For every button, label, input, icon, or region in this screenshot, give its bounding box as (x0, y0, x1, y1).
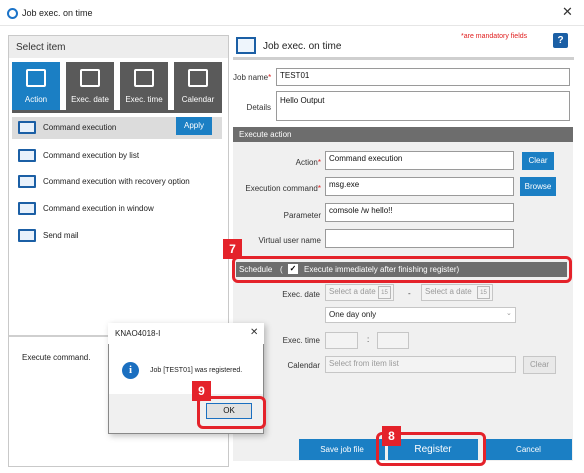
schedule-highlight (232, 256, 572, 283)
calendar-clear-button[interactable]: Clear (523, 356, 556, 374)
checkbox-icon (134, 69, 154, 87)
calendar-31-icon (80, 69, 100, 87)
close-icon[interactable]: ✕ (562, 4, 573, 20)
list-item-label: Command execution with recovery option (43, 177, 190, 186)
list-item-label: Send mail (43, 231, 79, 240)
help-icon[interactable]: ? (553, 33, 568, 48)
calendar-label: Calendar (287, 361, 320, 370)
job-name-field[interactable]: TEST01 (276, 68, 570, 86)
dialog-title: KNAO4018-I (115, 329, 161, 338)
form-title: Job exec. on time (263, 41, 342, 52)
execute-action-header: Execute action (233, 127, 573, 142)
details-label: Details (246, 103, 271, 112)
window-title: Job exec. on time (22, 8, 93, 18)
action-label: Action* (295, 158, 321, 167)
select-item-header: Select item (9, 36, 228, 58)
parameter-label: Parameter (283, 211, 321, 220)
list-item-label: Command execution (43, 123, 117, 132)
dialog-message: Job [TEST01] was registered. (150, 367, 243, 374)
tab-exec-time-label: Exec. time (125, 95, 163, 104)
list-item-label: Command execution by list (43, 151, 140, 160)
day-select[interactable]: One day only (325, 307, 516, 323)
app-icon (7, 8, 18, 19)
browse-button[interactable]: Browse (520, 177, 556, 196)
action-field[interactable]: Command execution (325, 151, 514, 170)
apply-button[interactable]: Apply (176, 117, 212, 135)
tab-action[interactable]: Action (12, 62, 60, 110)
time-separator: : (367, 335, 370, 344)
exec-time-label: Exec. time (282, 336, 320, 345)
job-icon (236, 37, 256, 54)
tab-exec-date[interactable]: Exec. date (66, 62, 114, 110)
dialog-title-bar: KNAO4018-I ✕ (108, 323, 264, 344)
tab-exec-time[interactable]: Exec. time (120, 62, 168, 110)
list-item-command-window[interactable]: Command execution in window (12, 198, 222, 220)
tab-calendar[interactable]: Calendar (174, 62, 222, 110)
job-name-label: Job name* (233, 73, 272, 82)
list-item-command-by-list[interactable]: Command execution by list (12, 145, 222, 167)
tab-underline (12, 110, 222, 113)
hour-select[interactable] (325, 332, 358, 349)
command-list-icon (18, 149, 36, 162)
action-clear-button[interactable]: Clear (522, 152, 554, 170)
calendar-icon[interactable]: 15 (378, 286, 391, 299)
title-bar: Job exec. on time ✕ (0, 0, 584, 26)
virtual-user-field[interactable] (325, 229, 514, 248)
details-field[interactable]: Hello Output (276, 91, 570, 121)
command-icon (26, 69, 46, 87)
tab-exec-date-label: Exec. date (71, 95, 109, 104)
close-icon[interactable]: ✕ (250, 327, 258, 338)
command-icon (18, 121, 36, 134)
step-9-badge: 9 (192, 381, 211, 401)
date-separator: - (408, 289, 411, 298)
execution-command-label: Execution command* (245, 184, 321, 193)
item-tabs: Action Exec. date Exec. time Calendar (12, 62, 222, 112)
list-item-command-recovery[interactable]: Command execution with recovery option (12, 171, 222, 193)
calendar-grid-icon (188, 69, 208, 87)
tab-action-label: Action (24, 95, 48, 104)
step-7-badge: 7 (223, 239, 242, 259)
exec-date-label: Exec. date (282, 290, 320, 299)
calendar-field[interactable]: Select from item list (325, 356, 516, 373)
list-item-label: Command execution in window (43, 204, 154, 213)
list-item-send-mail[interactable]: Send mail (12, 225, 222, 247)
chevron-down-icon: ⌄ (506, 310, 512, 317)
command-window-icon (18, 202, 36, 215)
execution-command-field[interactable]: msg.exe (325, 177, 514, 196)
item-description: Execute command. (22, 353, 91, 362)
tab-calendar-label: Calendar (181, 95, 215, 104)
save-job-file-button[interactable]: Save job file (299, 439, 385, 460)
mandatory-note: *are mandatory fields (461, 33, 528, 40)
header-divider (233, 57, 574, 60)
step-8-badge: 8 (382, 426, 401, 446)
cancel-button[interactable]: Cancel (485, 439, 572, 460)
command-recovery-icon (18, 175, 36, 188)
virtual-user-label: Virtual user name (258, 236, 321, 245)
mail-icon (18, 229, 36, 242)
select-item-label: Select item (16, 42, 66, 53)
minute-select[interactable] (377, 332, 409, 349)
calendar-icon[interactable]: 15 (477, 286, 490, 299)
info-icon: i (122, 362, 139, 379)
parameter-field[interactable]: comsole /w hello!! (325, 203, 514, 222)
